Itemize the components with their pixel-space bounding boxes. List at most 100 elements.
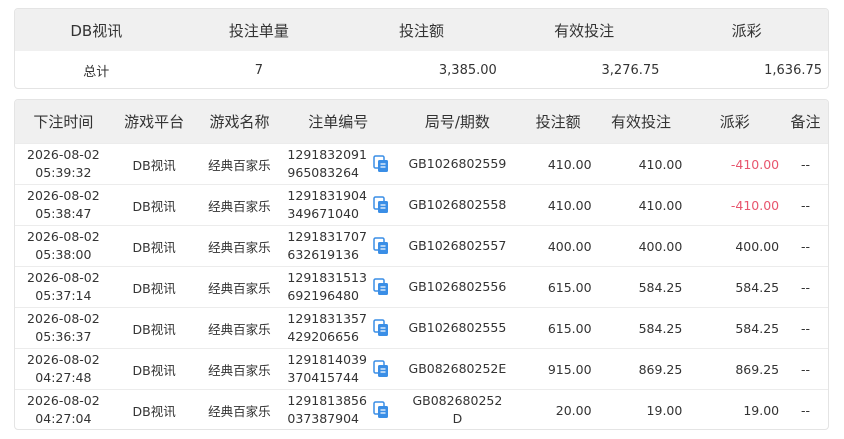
header-order-number: 注单编号: [308, 113, 369, 131]
platform-cell: DB视讯: [132, 157, 176, 173]
summary-header-platform: DB视讯: [70, 21, 123, 40]
bet-time-cell: 2026-08-02 05:36:37: [15, 308, 112, 348]
bet-date: 2026-08-02: [27, 270, 100, 285]
valid-bet-cell: 410.00: [638, 156, 683, 172]
order-number-cell: 1291831707 632619136: [282, 226, 394, 266]
summary-total-row: 总计 7 3,385.00 3,276.75 1,636.75: [15, 51, 828, 88]
table-row: 2026-08-02 05:38:47 DB视讯 经典百家乐 1291831904 349…: [15, 184, 828, 225]
table-row: 2026-08-02 05:38:00 DB视讯 经典百家乐 1291831707 632…: [15, 225, 828, 266]
header-round-number: 局号/期数: [424, 113, 490, 131]
bet-clock-time: 05:36:37: [35, 329, 92, 344]
game-name-cell: 经典百家乐: [208, 403, 271, 419]
note-cell: --: [801, 361, 811, 377]
copy-icon[interactable]: [373, 278, 389, 296]
bet-date: 2026-08-02: [27, 229, 100, 244]
order-number-part2: 037387904: [287, 411, 359, 426]
round-number-part1: GB1026802555: [408, 320, 507, 335]
copy-icon[interactable]: [373, 360, 389, 378]
copy-icon[interactable]: [373, 319, 389, 337]
note-cell: --: [801, 279, 811, 295]
note-cell: --: [801, 402, 811, 418]
table-header-row: 下注时间 游戏平台 游戏名称 注单编号 局号/期数 投注额 有效投注 派彩 备注: [15, 100, 828, 143]
round-number-part1: GB1026802557: [408, 238, 507, 253]
game-name-cell: 经典百家乐: [208, 157, 271, 173]
round-number-part1: GB082680252E: [408, 361, 507, 376]
payout-cell: 584.25: [735, 320, 780, 336]
round-number-cell: GB1026802559: [394, 144, 521, 184]
summary-payout: 1,636.75: [764, 63, 823, 78]
platform-cell: DB视讯: [132, 403, 176, 419]
summary-header-bet-count: 投注单量: [228, 21, 289, 40]
bet-amount-cell: 400.00: [547, 238, 592, 254]
header-payout: 派彩: [719, 113, 750, 131]
valid-bet-cell: 400.00: [638, 238, 683, 254]
round-number-cell: GB1026802556: [394, 267, 521, 307]
bet-clock-time: 04:27:48: [35, 370, 92, 385]
bet-time-cell: 2026-08-02 05:38:00: [15, 226, 112, 266]
valid-bet-cell: 410.00: [638, 197, 683, 213]
bet-amount-cell: 20.00: [555, 402, 592, 418]
game-name-cell: 经典百家乐: [208, 239, 271, 255]
bet-amount-cell: 915.00: [547, 361, 592, 377]
round-number-part1: GB1026802559: [408, 156, 507, 171]
order-number-part1: 1291831357: [287, 311, 367, 326]
bet-clock-time: 04:27:04: [35, 411, 92, 426]
bet-clock-time: 05:37:14: [35, 288, 92, 303]
order-number-part2: 632619136: [287, 247, 359, 262]
payout-cell: 19.00: [743, 402, 780, 418]
summary-header-valid-bet: 有效投注: [554, 21, 615, 40]
order-number-cell: 1291831357 429206656: [282, 308, 394, 348]
copy-icon[interactable]: [373, 401, 389, 419]
header-bet-time: 下注时间: [33, 113, 94, 131]
payout-cell: -410.00: [730, 156, 780, 172]
copy-icon[interactable]: [373, 196, 389, 214]
header-platform: 游戏平台: [124, 113, 185, 131]
bet-time-cell: 2026-08-02 05:39:32: [15, 144, 112, 184]
order-number-cell: 1291832091 965083264: [282, 144, 394, 184]
payout-cell: -410.00: [730, 197, 780, 213]
game-name-cell: 经典百家乐: [208, 280, 271, 296]
platform-cell: DB视讯: [132, 239, 176, 255]
order-number-part2: 429206656: [287, 329, 359, 344]
summary-header-row: DB视讯 投注单量 投注额 有效投注 派彩: [15, 9, 828, 51]
table-row: 2026-08-02 04:27:48 DB视讯 经典百家乐 1291814039 370…: [15, 348, 828, 389]
bet-amount-cell: 410.00: [547, 156, 592, 172]
round-number-part1: GB1026802558: [408, 197, 507, 212]
platform-cell: DB视讯: [132, 362, 176, 378]
valid-bet-cell: 19.00: [646, 402, 683, 418]
summary-total-label: 总计: [83, 65, 110, 80]
bet-time-cell: 2026-08-02 04:27:04: [15, 390, 112, 429]
bet-time-cell: 2026-08-02 04:27:48: [15, 349, 112, 389]
order-number-part2: 965083264: [287, 165, 359, 180]
bet-amount-cell: 615.00: [547, 320, 592, 336]
round-number-cell: GB082680252E: [394, 349, 521, 389]
game-name-cell: 经典百家乐: [208, 198, 271, 214]
platform-cell: DB视讯: [132, 321, 176, 337]
copy-icon[interactable]: [373, 237, 389, 255]
game-name-cell: 经典百家乐: [208, 321, 271, 337]
order-number-part2: 692196480: [287, 288, 359, 303]
order-number-part1: 1291831904: [287, 188, 367, 203]
order-number-part1: 1291832091: [287, 147, 367, 162]
order-number-cell: 1291813856 037387904: [282, 390, 394, 429]
copy-icon[interactable]: [373, 155, 389, 173]
header-game-name: 游戏名称: [209, 113, 270, 131]
round-number-part1: GB082680252: [412, 393, 503, 408]
order-number-cell: 1291831513 692196480: [282, 267, 394, 307]
order-number-part1: 1291831513: [287, 270, 367, 285]
round-number-cell: GB082680252 D: [394, 390, 521, 429]
summary-header-bet-amount: 投注额: [398, 21, 444, 40]
table-row: 2026-08-02 05:36:37 DB视讯 经典百家乐 1291831357 429…: [15, 307, 828, 348]
payout-cell: 584.25: [735, 279, 780, 295]
summary-bet-amount: 3,385.00: [438, 63, 497, 78]
bet-date: 2026-08-02: [27, 352, 100, 367]
order-number-cell: 1291831904 349671040: [282, 185, 394, 225]
order-number-part1: 1291814039: [287, 352, 367, 367]
table-body: 2026-08-02 05:39:32 DB视讯 经典百家乐 1291832091 965…: [15, 143, 828, 429]
payout-cell: 400.00: [735, 238, 780, 254]
note-cell: --: [801, 197, 811, 213]
order-number-cell: 1291814039 370415744: [282, 349, 394, 389]
round-number-cell: GB1026802558: [394, 185, 521, 225]
note-cell: --: [801, 320, 811, 336]
order-number-part2: 370415744: [287, 370, 359, 385]
